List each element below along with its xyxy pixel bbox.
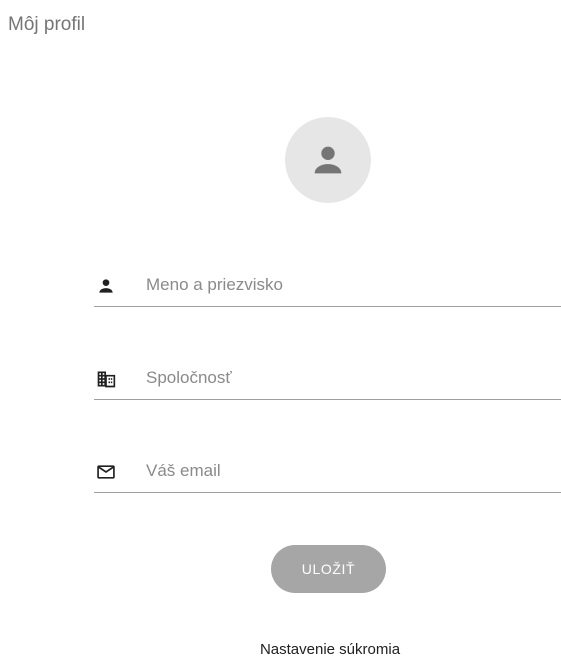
name-input[interactable] [146,272,546,298]
building-icon [94,367,118,391]
privacy-settings-link[interactable]: Nastavenie súkromia [200,641,460,659]
company-field [94,359,561,400]
email-field [94,452,561,493]
mail-icon [94,460,118,484]
name-field [94,266,561,307]
company-input[interactable] [146,365,546,391]
page-title: Môj profil [8,14,86,35]
email-input[interactable] [146,458,546,484]
avatar[interactable] [285,117,371,203]
person-icon [94,274,118,298]
person-icon [314,146,342,174]
save-button[interactable]: ULOŽIŤ [271,545,386,593]
